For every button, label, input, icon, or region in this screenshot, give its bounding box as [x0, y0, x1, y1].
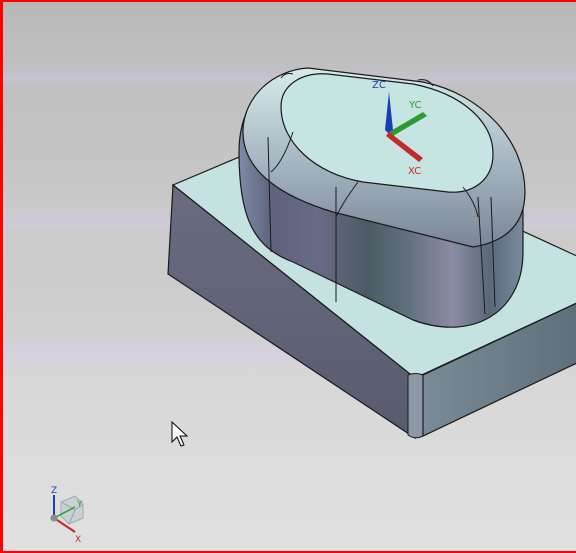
- view-triad-x-label: X: [75, 535, 81, 545]
- view-triad-y-label: Y: [76, 500, 83, 510]
- view-triad-origin: [50, 514, 58, 522]
- xc-label: XC: [408, 166, 421, 177]
- yc-label: YC: [408, 100, 422, 111]
- graphics-viewport[interactable]: ZC YC XC Z Y X: [0, 0, 576, 553]
- zc-label: ZC: [372, 80, 386, 91]
- view-triad-z-label: Z: [51, 486, 57, 496]
- model-scene[interactable]: ZC YC XC Z Y X: [3, 2, 576, 553]
- base-corner-fillet[interactable]: [407, 373, 424, 439]
